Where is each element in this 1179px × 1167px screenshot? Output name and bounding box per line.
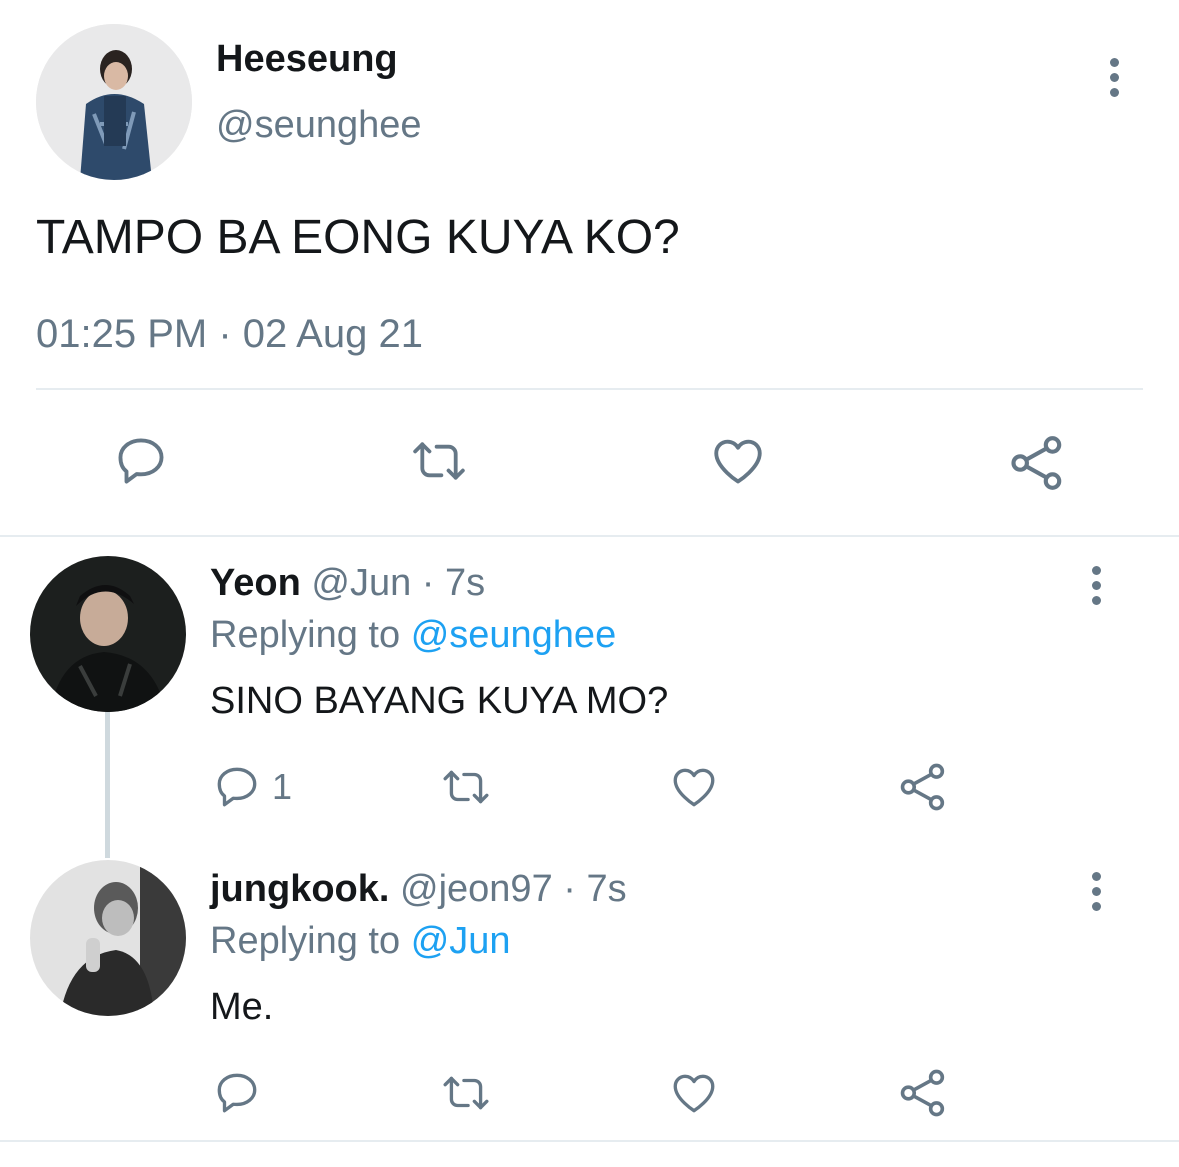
reply-icon[interactable] (212, 1068, 262, 1118)
replying-to: Replying to @seunghee (210, 614, 616, 657)
avatar[interactable] (36, 24, 192, 180)
retweet-icon[interactable] (408, 432, 470, 490)
reply-icon[interactable] (212, 762, 262, 812)
more-vertical-icon[interactable] (1110, 58, 1120, 103)
replying-label: Replying to (210, 920, 401, 962)
tweet-text: SINO BAYANG KUYA MO? (210, 680, 669, 722)
more-vertical-icon[interactable] (1092, 872, 1102, 917)
mention-link[interactable]: @seunghee (411, 614, 617, 656)
heart-icon[interactable] (668, 762, 720, 812)
heart-icon[interactable] (668, 1068, 720, 1118)
share-icon[interactable] (1006, 432, 1068, 494)
display-name[interactable]: Yeon (210, 562, 301, 604)
retweet-icon[interactable] (438, 762, 494, 812)
divider (36, 388, 1143, 390)
retweet-icon[interactable] (438, 1068, 494, 1118)
replying-to: Replying to @Jun (210, 920, 511, 963)
tweet-header: Yeon @Jun · 7s (210, 562, 485, 605)
reply-count: 1 (272, 766, 293, 807)
thread-line (105, 712, 110, 858)
avatar[interactable] (30, 860, 186, 1016)
avatar[interactable] (30, 556, 186, 712)
time: · 7s (421, 562, 486, 604)
divider (0, 1140, 1179, 1142)
handle[interactable]: @Jun (311, 562, 411, 604)
time: · 7s (563, 868, 627, 910)
tweet-text: TAMPO BA EONG KUYA KO? (36, 211, 680, 264)
handle[interactable]: @jeon97 (400, 868, 553, 910)
reply-icon[interactable] (112, 432, 170, 490)
handle[interactable]: @seunghee (216, 104, 422, 147)
share-icon[interactable] (896, 760, 950, 814)
mention-link[interactable]: @Jun (411, 920, 511, 962)
tweet-text: Me. (210, 986, 274, 1028)
display-name[interactable]: jungkook. (210, 868, 389, 910)
display-name[interactable]: Heeseung (216, 38, 398, 81)
replying-label: Replying to (210, 614, 401, 656)
divider (0, 535, 1179, 537)
share-icon[interactable] (896, 1066, 950, 1120)
heart-icon[interactable] (708, 432, 768, 490)
timestamp[interactable]: 01:25 PM · 02 Aug 21 (36, 312, 423, 357)
tweet-header: jungkook. @jeon97 · 7s (210, 868, 627, 911)
more-vertical-icon[interactable] (1092, 566, 1102, 611)
